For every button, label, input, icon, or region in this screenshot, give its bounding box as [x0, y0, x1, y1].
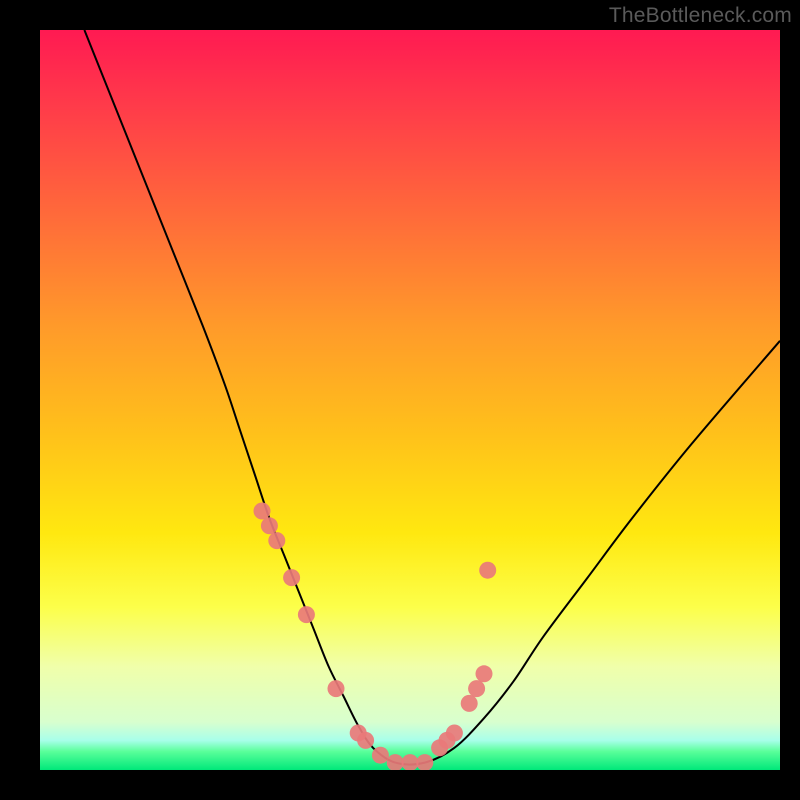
marker-dot — [416, 754, 433, 770]
marker-dot — [268, 532, 285, 549]
chart-root: TheBottleneck.com — [0, 0, 800, 800]
marker-dot — [261, 517, 278, 534]
marker-dot — [328, 680, 345, 697]
marker-dot — [372, 747, 389, 764]
marker-dot — [298, 606, 315, 623]
marker-dot — [402, 754, 419, 770]
marker-dot — [283, 569, 300, 586]
marker-dot — [461, 695, 478, 712]
bottleneck-curve — [84, 30, 780, 764]
marker-dot — [446, 725, 463, 742]
marker-dot — [476, 665, 493, 682]
watermark-text: TheBottleneck.com — [609, 4, 792, 28]
marker-dot — [479, 562, 496, 579]
plot-area — [40, 30, 780, 770]
bottleneck-svg — [40, 30, 780, 770]
marker-dot — [254, 503, 271, 520]
marker-dot — [357, 732, 374, 749]
highlight-markers — [254, 503, 497, 771]
marker-dot — [387, 754, 404, 770]
marker-dot — [468, 680, 485, 697]
